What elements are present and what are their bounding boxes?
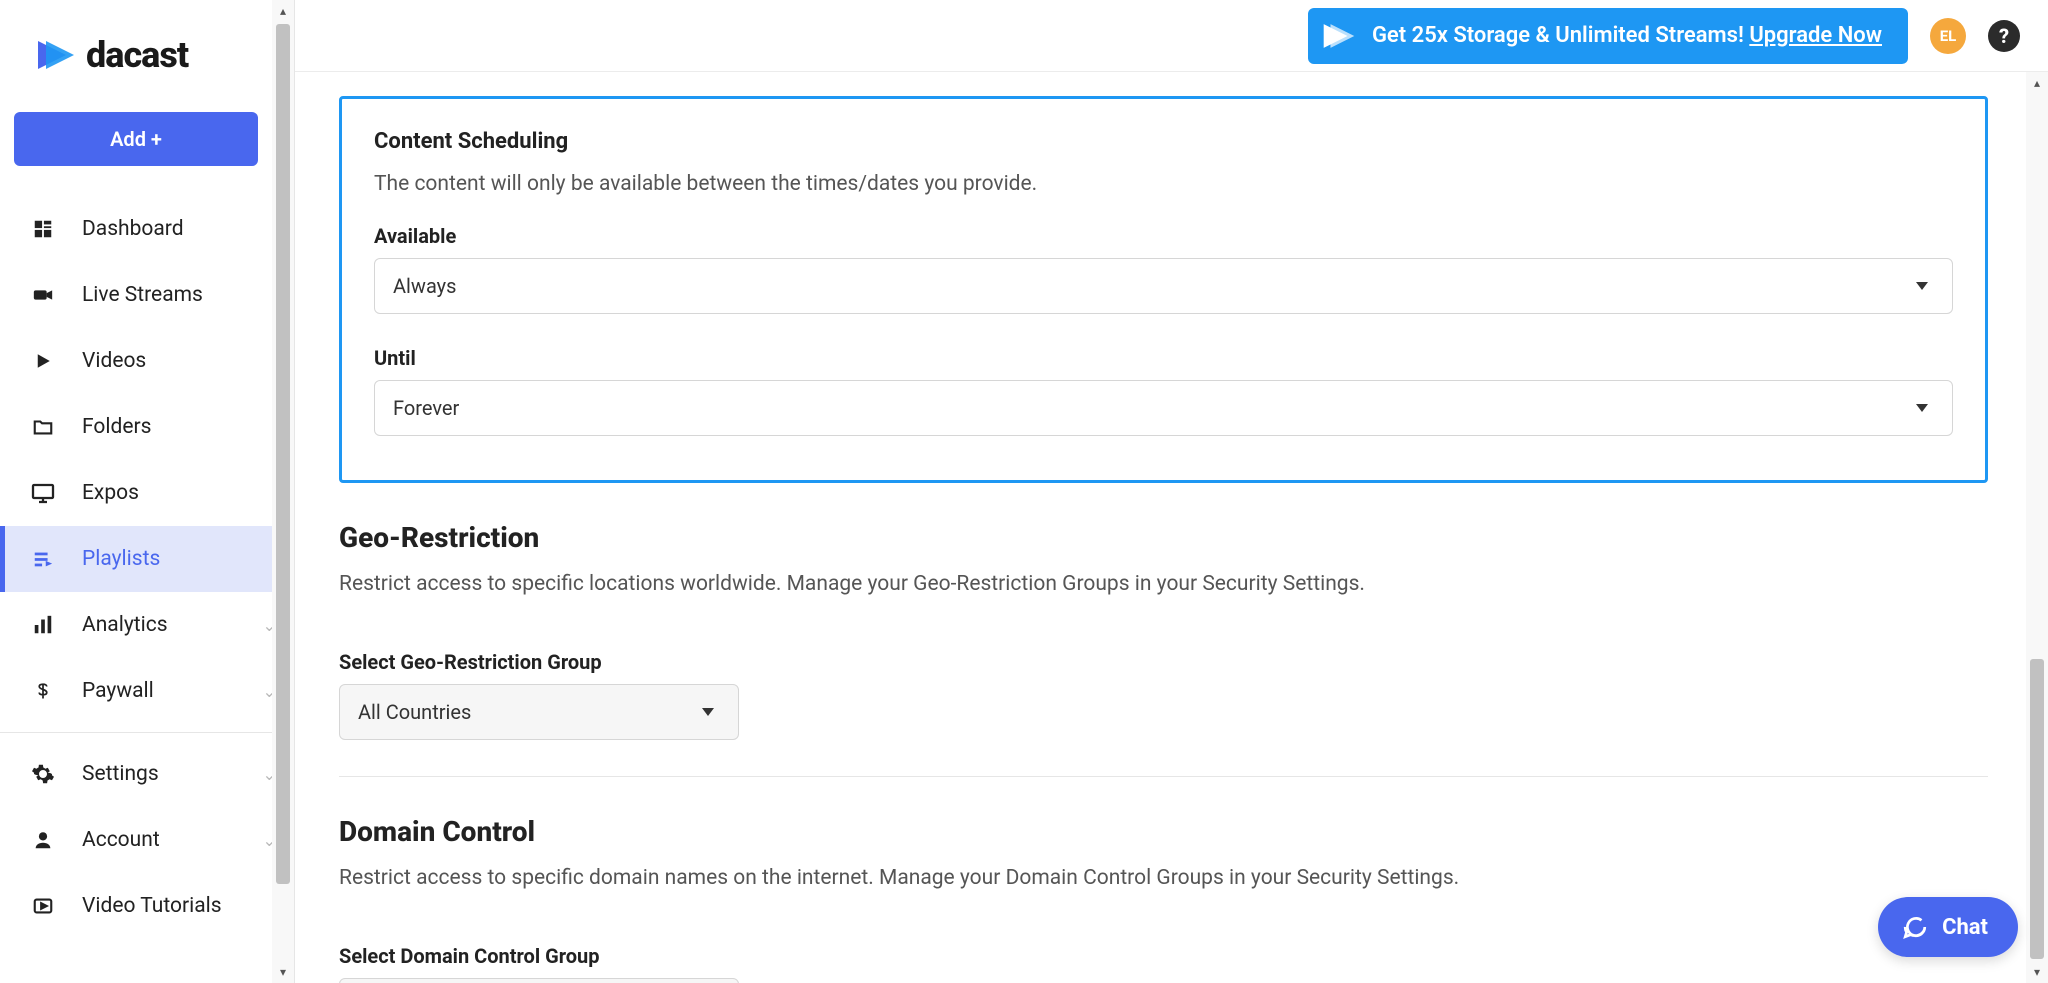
field-label: Until: [374, 346, 1953, 370]
sidebar-item-label: Playlists: [82, 547, 160, 571]
scroll-down-icon[interactable]: ▾: [272, 961, 294, 983]
sidebar-item-label: Videos: [82, 349, 146, 373]
sidebar-item-paywall[interactable]: Paywall ⌄: [0, 658, 294, 724]
video-play-icon: [30, 895, 56, 917]
sidebar-item-label: Analytics: [82, 613, 168, 637]
camera-icon: [30, 284, 56, 306]
help-icon[interactable]: ?: [1988, 20, 2020, 52]
chart-icon: [30, 614, 56, 636]
upgrade-banner[interactable]: Get 25x Storage & Unlimited Streams! Upg…: [1308, 8, 1908, 64]
chat-icon: [1902, 914, 1928, 940]
sidebar-item-label: Expos: [82, 481, 139, 505]
section-title: Content Scheduling: [374, 129, 1953, 154]
sidebar-item-analytics[interactable]: Analytics ⌄: [0, 592, 294, 658]
sidebar: dacast Add + Dashboard Live Streams Vide…: [0, 0, 295, 983]
sidebar-item-playlists[interactable]: Playlists: [0, 526, 294, 592]
sidebar-item-label: Video Tutorials: [82, 894, 222, 918]
gear-icon: [30, 762, 56, 786]
section-description: The content will only be available betwe…: [374, 172, 1953, 196]
scroll-down-icon[interactable]: ▾: [2026, 961, 2048, 983]
sidebar-scrollbar[interactable]: ▴ ▾: [272, 0, 294, 983]
add-button[interactable]: Add +: [14, 112, 258, 166]
select-value: Always: [393, 274, 456, 298]
person-icon: [30, 829, 56, 851]
sidebar-item-expos[interactable]: Expos: [0, 460, 294, 526]
content: Content Scheduling The content will only…: [295, 72, 2048, 983]
field-label: Available: [374, 224, 1953, 248]
play-icon: [30, 351, 56, 371]
sidebar-item-label: Live Streams: [82, 283, 203, 307]
topbar: Get 25x Storage & Unlimited Streams! Upg…: [295, 0, 2048, 72]
sidebar-item-label: Account: [82, 828, 160, 852]
sidebar-item-tutorials[interactable]: Video Tutorials: [0, 873, 294, 939]
scroll-up-icon[interactable]: ▴: [272, 0, 294, 22]
main: Get 25x Storage & Unlimited Streams! Upg…: [295, 0, 2048, 983]
field-label: Select Geo-Restriction Group: [339, 650, 1988, 674]
chat-button[interactable]: Chat: [1878, 897, 2018, 957]
dollar-icon: [30, 679, 56, 703]
sidebar-item-label: Paywall: [82, 679, 154, 703]
select-value: All Countries: [358, 700, 471, 724]
select-value: Forever: [393, 396, 459, 420]
section-title: Geo-Restriction: [339, 521, 1988, 554]
sidebar-item-label: Dashboard: [82, 217, 184, 241]
content-scrollbar[interactable]: ▴ ▾: [2026, 72, 2048, 983]
available-select[interactable]: Always: [374, 258, 1953, 314]
upgrade-text: Get 25x Storage & Unlimited Streams! Upg…: [1372, 23, 1882, 48]
nav-divider: [0, 732, 294, 733]
caret-down-icon: [1916, 404, 1928, 412]
dashboard-icon: [30, 218, 56, 240]
caret-down-icon: [702, 708, 714, 716]
field-label: Select Domain Control Group: [339, 944, 1988, 968]
logo-icon: [36, 39, 76, 71]
sidebar-item-dashboard[interactable]: Dashboard: [0, 196, 294, 262]
sidebar-item-account[interactable]: Account ⌄: [0, 807, 294, 873]
sidebar-item-livestreams[interactable]: Live Streams: [0, 262, 294, 328]
sidebar-item-label: Settings: [82, 762, 159, 786]
caret-down-icon: [1916, 282, 1928, 290]
section-title: Domain Control: [339, 815, 1988, 848]
sidebar-item-label: Folders: [82, 415, 151, 439]
logo-icon: [1322, 22, 1356, 50]
chat-label: Chat: [1942, 915, 1988, 940]
scroll-up-icon[interactable]: ▴: [2026, 72, 2048, 94]
avatar[interactable]: EL: [1930, 18, 1966, 54]
section-description: Restrict access to specific locations wo…: [339, 572, 1988, 596]
section-description: Restrict access to specific domain names…: [339, 866, 1988, 890]
playlist-icon: [30, 548, 56, 570]
monitor-icon: [30, 481, 56, 505]
sidebar-item-settings[interactable]: Settings ⌄: [0, 741, 294, 807]
sidebar-item-videos[interactable]: Videos: [0, 328, 294, 394]
logo-text: dacast: [86, 34, 188, 76]
folder-icon: [30, 416, 56, 438]
content-scheduling-section: Content Scheduling The content will only…: [339, 96, 1988, 483]
sidebar-item-folders[interactable]: Folders: [0, 394, 294, 460]
until-select[interactable]: Forever: [374, 380, 1953, 436]
logo[interactable]: dacast: [0, 0, 294, 96]
nav: Dashboard Live Streams Videos Folders Ex…: [0, 196, 294, 939]
geo-restriction-select[interactable]: All Countries: [339, 684, 739, 740]
divider: [339, 776, 1988, 777]
domain-control-select[interactable]: All Referrers: [339, 978, 739, 983]
